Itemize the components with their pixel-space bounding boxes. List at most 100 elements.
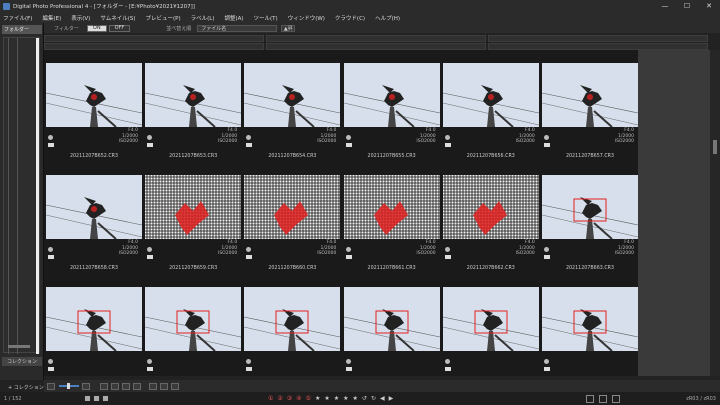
layout-detail-icon[interactable]: [102, 395, 109, 402]
menu-adjust[interactable]: 調整(A): [224, 14, 243, 22]
thumbnail-image[interactable]: [542, 175, 638, 239]
star-icon[interactable]: ★: [343, 395, 348, 402]
star-icon[interactable]: ★: [334, 395, 339, 402]
thumbnail-cell[interactable]: F4.0 1/2000 ISO2000 20211207B656.CR3: [442, 63, 539, 172]
thumbnail-cell[interactable]: F4.0 1/2000 ISO2000 20211207B658.CR3: [46, 175, 142, 284]
check-mark-3[interactable]: ③: [287, 395, 292, 402]
thumbnail-image[interactable]: [244, 63, 341, 127]
thumbnail-image[interactable]: [46, 175, 142, 239]
selected-folder[interactable]: [8, 345, 30, 348]
thumbnail-image[interactable]: [542, 63, 638, 127]
thumbnail-image[interactable]: [46, 63, 142, 127]
thumbnail-image[interactable]: [442, 287, 539, 351]
filter-on-button[interactable]: ON: [86, 24, 107, 32]
filter-condition-field[interactable]: [266, 43, 486, 50]
menu-edit[interactable]: 編集(E): [42, 14, 61, 22]
minimize-icon[interactable]: —: [654, 0, 676, 12]
thumbnail-cell[interactable]: [46, 287, 142, 376]
menu-view[interactable]: 表示(V): [71, 14, 90, 22]
prev-icon[interactable]: ◀: [380, 395, 385, 402]
scrollbar-thumb[interactable]: [713, 140, 717, 154]
export-icon[interactable]: [586, 394, 594, 403]
thumbnail-cell[interactable]: F4.0 1/2000 ISO2000 20211207B652.CR3: [46, 63, 142, 172]
next-icon[interactable]: ▶: [389, 395, 394, 402]
thumbnail-image[interactable]: [244, 175, 341, 239]
thumbnail-image[interactable]: [542, 287, 638, 351]
menu-label[interactable]: ラベル(L): [191, 14, 215, 22]
thumbnail-grid[interactable]: F4.0 1/2000 ISO2000 20211207B652.CR3 F4.0 1/…: [44, 50, 638, 376]
filter-off-button[interactable]: OFF: [108, 24, 131, 32]
zoom-in-button[interactable]: [82, 382, 90, 390]
thumbnail-cell[interactable]: [442, 287, 539, 376]
rotate-right-icon[interactable]: ↻: [371, 395, 376, 402]
thumbnail-image[interactable]: [343, 63, 440, 127]
sort-label: 並べ替え順: [166, 25, 192, 32]
menu-tools[interactable]: ツール(T): [254, 14, 278, 22]
layout-grid-icon[interactable]: [84, 395, 91, 402]
menu-window[interactable]: ウィンドウ(W): [288, 14, 325, 22]
camera-icon[interactable]: [612, 394, 620, 403]
thumbnail-cell[interactable]: F4.0 1/2000 ISO2000 20211207B661.CR3: [343, 175, 440, 284]
thumbnail-cell[interactable]: [244, 287, 341, 376]
star-icon[interactable]: ★: [324, 395, 329, 402]
print-icon[interactable]: [599, 394, 607, 403]
zoom-slider[interactable]: [59, 383, 79, 389]
thumbnail-cell[interactable]: F4.0 1/2000 ISO2000 20211207B660.CR3: [244, 175, 341, 284]
view-mode-button[interactable]: [122, 382, 130, 390]
sort-select[interactable]: ファイル名: [197, 24, 278, 32]
folder-scrollbar[interactable]: [36, 38, 39, 354]
menu-help[interactable]: ヘルプ(H): [375, 14, 400, 22]
thumbnail-cell[interactable]: F4.0 1/2000 ISO2000 20211207B662.CR3: [442, 175, 539, 284]
check-mark-1[interactable]: ①: [268, 395, 273, 402]
thumbnail-image[interactable]: [442, 175, 539, 239]
image-count: 1 / 152: [4, 395, 22, 402]
zoom-out-button[interactable]: [47, 382, 55, 390]
thumbnail-image[interactable]: [343, 287, 440, 351]
folder-tab[interactable]: フォルダー: [2, 25, 42, 34]
filter-condition-field[interactable]: [488, 35, 708, 42]
filter-condition-field[interactable]: [44, 43, 264, 50]
menu-file[interactable]: ファイル(F): [3, 14, 32, 22]
grid-display-button[interactable]: [171, 382, 179, 390]
thumbnail-cell[interactable]: [145, 287, 242, 376]
close-icon[interactable]: ✕: [698, 0, 720, 12]
thumbnail-cell[interactable]: F4.0 1/2000 ISO2000 20211207B655.CR3: [343, 63, 440, 172]
check-mark-5[interactable]: ⑤: [306, 395, 311, 402]
thumbnail-image[interactable]: [46, 287, 142, 351]
thumbnail-cell[interactable]: F4.0 1/2000 ISO2000 20211207B654.CR3: [244, 63, 341, 172]
menu-preview[interactable]: プレビュー(P): [146, 14, 181, 22]
thumbnail-cell[interactable]: [542, 287, 638, 376]
menu-thumbnail[interactable]: サムネイル(S): [100, 14, 135, 22]
star-icon[interactable]: ★: [315, 395, 320, 402]
collection-tab[interactable]: コレクション: [2, 357, 42, 366]
thumbnail-image[interactable]: [244, 287, 341, 351]
view-mode-button[interactable]: [100, 382, 108, 390]
filter-condition-field[interactable]: [44, 35, 264, 42]
view-mode-button[interactable]: [111, 382, 119, 390]
filter-condition-field[interactable]: [266, 35, 486, 42]
thumbnail-cell[interactable]: F4.0 1/2000 ISO2000 20211207B659.CR3: [145, 175, 242, 284]
thumbnail-cell[interactable]: F4.0 1/2000 ISO2000 20211207B663.CR3: [542, 175, 638, 284]
check-mark-2[interactable]: ②: [277, 395, 282, 402]
thumbnail-image[interactable]: [145, 63, 242, 127]
layout-list-icon[interactable]: [93, 395, 100, 402]
view-mode-button[interactable]: [133, 382, 141, 390]
compare-view-button[interactable]: [149, 382, 157, 390]
vertical-scrollbar[interactable]: [710, 50, 720, 376]
preview-button[interactable]: [160, 382, 168, 390]
filter-condition-field[interactable]: [488, 43, 708, 50]
maximize-icon[interactable]: ☐: [676, 0, 698, 12]
thumbnail-image[interactable]: [145, 287, 242, 351]
thumbnail-image[interactable]: [442, 63, 539, 127]
menu-cloud[interactable]: クラウド(C): [335, 14, 365, 22]
thumbnail-image[interactable]: [343, 175, 440, 239]
check-mark-4[interactable]: ④: [296, 395, 301, 402]
thumbnail-cell[interactable]: F4.0 1/2000 ISO2000 20211207B653.CR3: [145, 63, 242, 172]
thumbnail-cell[interactable]: [343, 287, 440, 376]
folder-tree[interactable]: [3, 37, 40, 354]
rotate-left-icon[interactable]: ↺: [362, 395, 367, 402]
thumbnail-image[interactable]: [145, 175, 242, 239]
star-icon[interactable]: ★: [353, 395, 358, 402]
sort-order-button[interactable]: ▲昇: [281, 24, 296, 32]
thumbnail-cell[interactable]: F4.0 1/2000 ISO2000 20211207B657.CR3: [542, 63, 638, 172]
